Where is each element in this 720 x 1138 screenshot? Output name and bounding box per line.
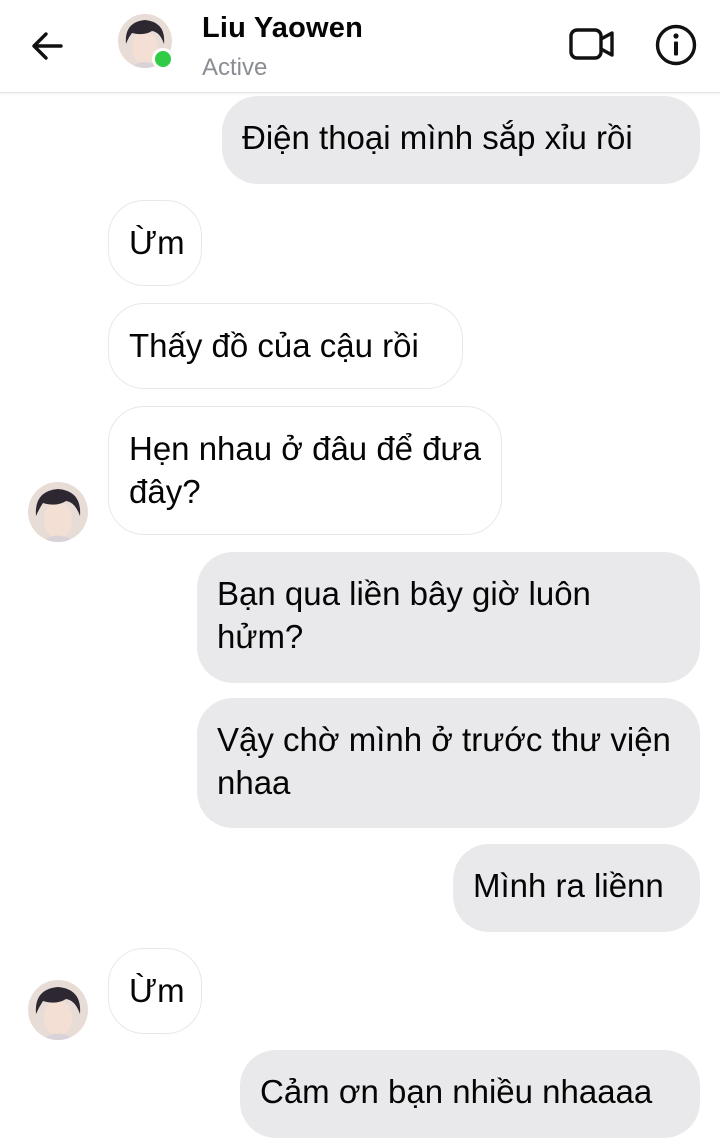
contact-status: Active bbox=[202, 54, 268, 81]
online-status-dot bbox=[152, 48, 174, 70]
message-bubble-incoming[interactable]: Ừm bbox=[108, 200, 202, 286]
info-button[interactable] bbox=[652, 21, 700, 69]
message-bubble-incoming[interactable]: Thấy đồ của cậu rồi bbox=[108, 303, 463, 389]
video-camera-icon bbox=[569, 28, 614, 60]
message-bubble-outgoing[interactable]: Vậy chờ mình ở trước thư viện nhaa bbox=[197, 698, 700, 828]
message-bubble-outgoing[interactable]: Cảm ơn bạn nhiều nhaaaa bbox=[240, 1050, 700, 1138]
message-bubble-outgoing[interactable]: Bạn qua liền bây giờ luôn hửm? bbox=[197, 552, 700, 683]
message-bubble-incoming[interactable]: Ừm bbox=[108, 948, 202, 1034]
contact-message-avatar[interactable] bbox=[28, 980, 88, 1040]
info-circle-icon bbox=[655, 24, 697, 66]
contact-name[interactable]: Liu Yaowen bbox=[202, 12, 363, 45]
message-bubble-incoming[interactable]: Hẹn nhau ở đâu để đưa đây? bbox=[108, 406, 502, 535]
message-bubble-outgoing[interactable]: Điện thoại mình sắp xỉu rồi bbox=[222, 96, 700, 184]
message-bubble-outgoing[interactable]: Mình ra liềnn bbox=[453, 844, 700, 932]
back-button[interactable] bbox=[22, 24, 72, 68]
contact-avatar[interactable] bbox=[118, 14, 174, 70]
arrow-left-icon bbox=[32, 32, 63, 60]
contact-message-avatar[interactable] bbox=[28, 482, 88, 542]
video-call-button[interactable] bbox=[566, 22, 618, 66]
chat-header: Liu Yaowen Active bbox=[0, 0, 720, 93]
